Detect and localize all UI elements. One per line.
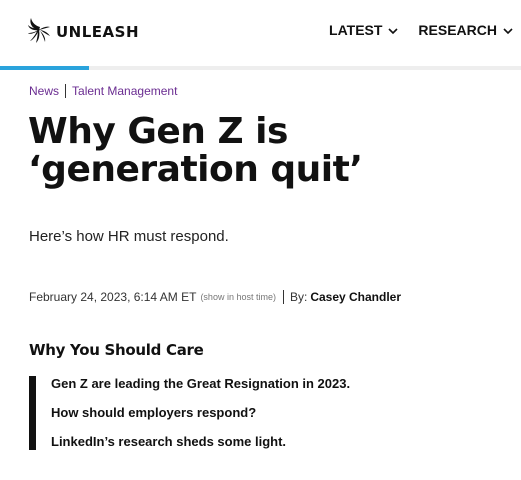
nav-research-label: RESEARCH [418,22,497,38]
main-nav: LATEST RESEARCH [309,22,513,38]
quote-bar [29,376,36,450]
breadcrumb-news[interactable]: News [29,84,59,98]
breadcrumb-divider [65,84,67,98]
site-logo[interactable]: UNLEASH [28,17,139,43]
show-host-time-link[interactable]: (show in host time) [200,292,276,302]
unleash-logo-icon [28,17,50,43]
breadcrumb-talent-management[interactable]: Talent Management [72,84,177,98]
chevron-down-icon [503,22,513,38]
publish-date: February 24, 2023, 6:14 AM ET [29,290,197,304]
chevron-down-icon [388,22,398,38]
article-meta: February 24, 2023, 6:14 AM ET (show in h… [29,290,401,304]
article-title: Why Gen Z is ‘generation quit’ [28,111,363,190]
byline-prefix: By: [289,290,308,304]
list-item: LinkedIn’s research sheds some light. [51,434,287,449]
nav-latest[interactable]: LATEST [329,22,398,38]
site-header: UNLEASH LATEST RESEARCH [0,0,521,66]
brand-name: UNLEASH [56,18,140,42]
nav-latest-label: LATEST [329,22,383,38]
list-item: How should employers respond? [51,405,257,420]
reading-progress-fill [0,66,89,70]
reading-progress-bar [0,66,521,70]
why-care-block: Gen Z are leading the Great Resignation … [29,376,469,450]
breadcrumb: News Talent Management [29,84,177,98]
why-care-heading: Why You Should Care [29,341,204,359]
author-link[interactable]: Casey Chandler [310,290,401,304]
list-item: Gen Z are leading the Great Resignation … [51,376,351,391]
nav-research[interactable]: RESEARCH [418,22,513,38]
why-care-list: Gen Z are leading the Great Resignation … [51,376,350,463]
meta-divider [282,290,284,304]
article-subtitle: Here’s how HR must respond. [29,228,229,245]
